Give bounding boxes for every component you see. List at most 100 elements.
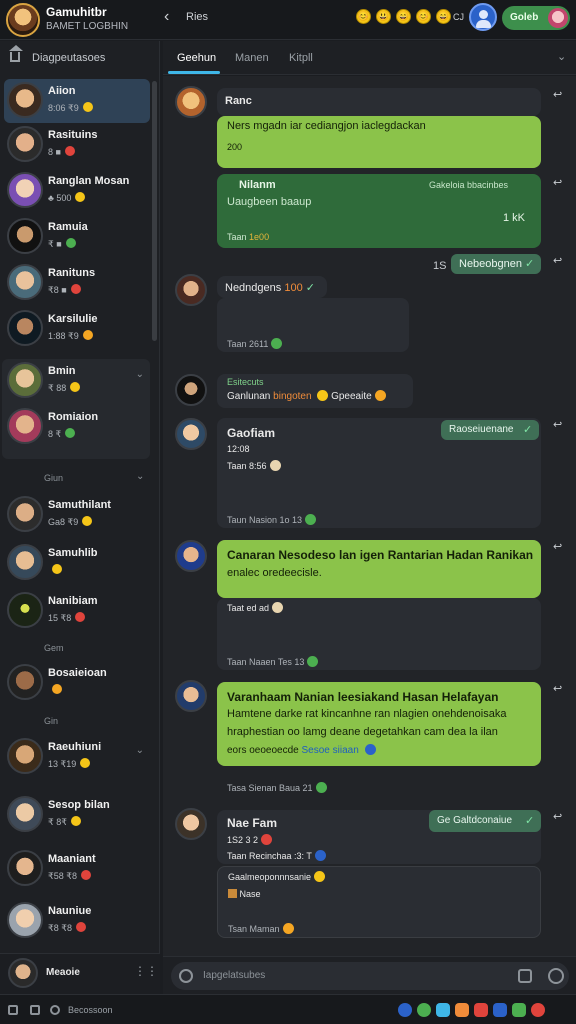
message-bubble[interactable]: Nilanm Gakeloia bbacinbes Uaugbeen baaup… [217, 174, 541, 248]
app-icon[interactable] [398, 1003, 412, 1017]
composer-placeholder[interactable]: Iapgelatsubes [203, 970, 265, 981]
avatar[interactable] [8, 958, 38, 988]
contact-item[interactable]: Ranglan Mosan ♣ 500 [4, 169, 150, 213]
message-bubble[interactable]: Ners mgadn iar cediangjon iaclegdackan 2… [217, 116, 541, 168]
avatar[interactable] [175, 680, 207, 712]
message-feed[interactable]: Ranc Ners mgadn iar cediangjon iaclegdac… [163, 76, 576, 956]
emoji-icon[interactable]: 😊 [356, 9, 371, 24]
status-badge [82, 330, 93, 340]
brand-avatar[interactable] [6, 3, 40, 37]
reply-bubble[interactable]: Raoseiuenane ✓ [441, 420, 539, 440]
reply-icon[interactable]: ↩ [553, 418, 562, 431]
sidebar-header[interactable]: Diagpeutasoes [0, 41, 160, 75]
send-icon[interactable] [548, 968, 564, 984]
message-meta: Taan 8:56 [227, 460, 281, 471]
contact-meta: 1:88 ₹9 [48, 330, 93, 342]
status-badge [82, 102, 93, 112]
reaction-icon [305, 514, 317, 525]
settings-icon[interactable] [50, 1005, 60, 1015]
chevron-down-icon[interactable]: ⌄ [557, 50, 566, 63]
tab-geehun[interactable]: Geehun [177, 52, 216, 64]
avatar[interactable] [175, 274, 207, 306]
back-button[interactable]: ‹ [164, 8, 169, 26]
avatar[interactable] [175, 540, 207, 572]
avatar[interactable] [175, 418, 207, 450]
time-label: Taan Naaen Tes 13 [227, 657, 305, 667]
emoji-icon[interactable]: 😃 [376, 9, 391, 24]
reply-icon[interactable]: ↩ [553, 88, 562, 101]
contact-meta: ₹8 ■ [48, 284, 81, 296]
time-label: Taan 8:56 [227, 461, 267, 471]
contact-meta: ₹ 88 [48, 382, 81, 394]
message-bubble[interactable]: Taan 2611 [217, 298, 409, 352]
contact-item[interactable]: Ranituns ₹8 ■ [4, 261, 150, 305]
reply-bubble[interactable]: Ge Galtdconaiue ✓ [429, 810, 541, 832]
contact-item[interactable]: Raeuhiuni 13 ₹19 ⌄ [4, 735, 150, 779]
attach-icon[interactable] [179, 969, 193, 983]
avatar[interactable] [175, 808, 207, 840]
app-icon[interactable] [512, 1003, 526, 1017]
quoted-message[interactable]: Gaalmeoponnnsanie Nase Tsan Maman [217, 866, 541, 938]
avatar [7, 592, 43, 628]
app-icon[interactable] [531, 1003, 545, 1017]
reply-icon[interactable]: ↩ [553, 254, 562, 267]
chevron-down-icon[interactable]: ⌄ [136, 369, 144, 380]
contact-item[interactable]: Rasituins 8 ■ [4, 123, 150, 167]
contact-item[interactable]: Nauniue ₹8 ₹8 [4, 899, 150, 943]
message-text: Varanhaam Nanian leesiakand Hasan Helafa… [227, 690, 499, 704]
contact-item[interactable]: Aiion 8:06 ₹9 [4, 79, 150, 123]
reply-icon[interactable]: ↩ [553, 810, 562, 823]
avatar [7, 218, 43, 254]
message-bubble[interactable]: Taat ed ad Taan Naaen Tes 13 [217, 598, 541, 670]
contact-item[interactable]: Bosaieioan [4, 661, 150, 705]
avatar [7, 496, 43, 532]
contact-name: Ranglan Mosan [48, 175, 130, 187]
avatar [7, 362, 43, 398]
app-icon[interactable] [474, 1003, 488, 1017]
avatar[interactable] [175, 86, 207, 118]
contact-item[interactable]: Sesop bilan ₹ 8₹ [4, 793, 150, 837]
emoji-icon[interactable]: 😄 [396, 9, 411, 24]
top-counter: CJ [453, 12, 464, 22]
avatar[interactable] [175, 374, 207, 406]
contact-item[interactable]: Bmin ₹ 88 ⌄ [4, 359, 150, 403]
message-bubble[interactable]: Varanhaam Nanian leesiakand Hasan Helafa… [217, 682, 541, 766]
more-icon[interactable]: ⋮⋮ [134, 964, 158, 978]
contact-time: 13 ₹19 [48, 759, 77, 769]
emoji-icon[interactable]: 😊 [416, 9, 431, 24]
profile-icon[interactable] [469, 3, 497, 31]
emoji-icon[interactable]: 😄 [436, 9, 451, 24]
file-name: Nase [239, 889, 261, 899]
contact-item[interactable]: Samuthilant Ga8 ₹9 [4, 493, 150, 537]
contact-item[interactable]: Nanibiam 15 ₹8 [4, 589, 150, 633]
message-bubble[interactable]: Nebeobgnen ✓ [451, 254, 541, 274]
contact-item[interactable]: Karsilulie 1:88 ₹9 [4, 307, 150, 351]
grid-icon[interactable] [8, 1005, 18, 1015]
message-bubble[interactable]: Canaran Nesodeso lan igen Rantarian Hada… [217, 540, 541, 598]
tab-kitpll[interactable]: Kitpll [289, 52, 313, 64]
emoji-picker-icon[interactable] [518, 969, 532, 983]
time-value: 1e00 [249, 232, 270, 242]
status-pill[interactable]: Goleb [502, 6, 570, 30]
contact-item[interactable]: Romiaion 8 ₹ [4, 405, 150, 449]
sidebar-scrollbar[interactable] [152, 81, 157, 341]
app-icon[interactable] [455, 1003, 469, 1017]
app-icon[interactable] [417, 1003, 431, 1017]
app-icon[interactable] [436, 1003, 450, 1017]
chevron-down-icon[interactable]: ⌄ [136, 745, 144, 756]
message-time: Taun Nasion 1o 13 [227, 514, 317, 525]
emoji-icon [317, 390, 329, 401]
reply-icon[interactable]: ↩ [553, 540, 562, 553]
message-sender: Nilanm [239, 179, 276, 191]
message-bubble[interactable]: Esitecuts Ganlunan bingoten Gpeeaite [217, 374, 413, 408]
contact-item[interactable]: Maaniant ₹58 ₹8 [4, 847, 150, 891]
contact-item[interactable]: Ramuia ₹ ■ [4, 215, 150, 259]
tab-manen[interactable]: Manen [235, 52, 269, 64]
chevron-down-icon[interactable]: ⌄ [136, 471, 144, 482]
folder-icon[interactable] [30, 1005, 40, 1015]
app-icon[interactable] [493, 1003, 507, 1017]
reply-icon[interactable]: ↩ [553, 176, 562, 189]
message-link[interactable]: Sesoe siiaan [302, 745, 359, 756]
reply-icon[interactable]: ↩ [553, 682, 562, 695]
contact-item[interactable]: Samuhlib [4, 541, 150, 585]
